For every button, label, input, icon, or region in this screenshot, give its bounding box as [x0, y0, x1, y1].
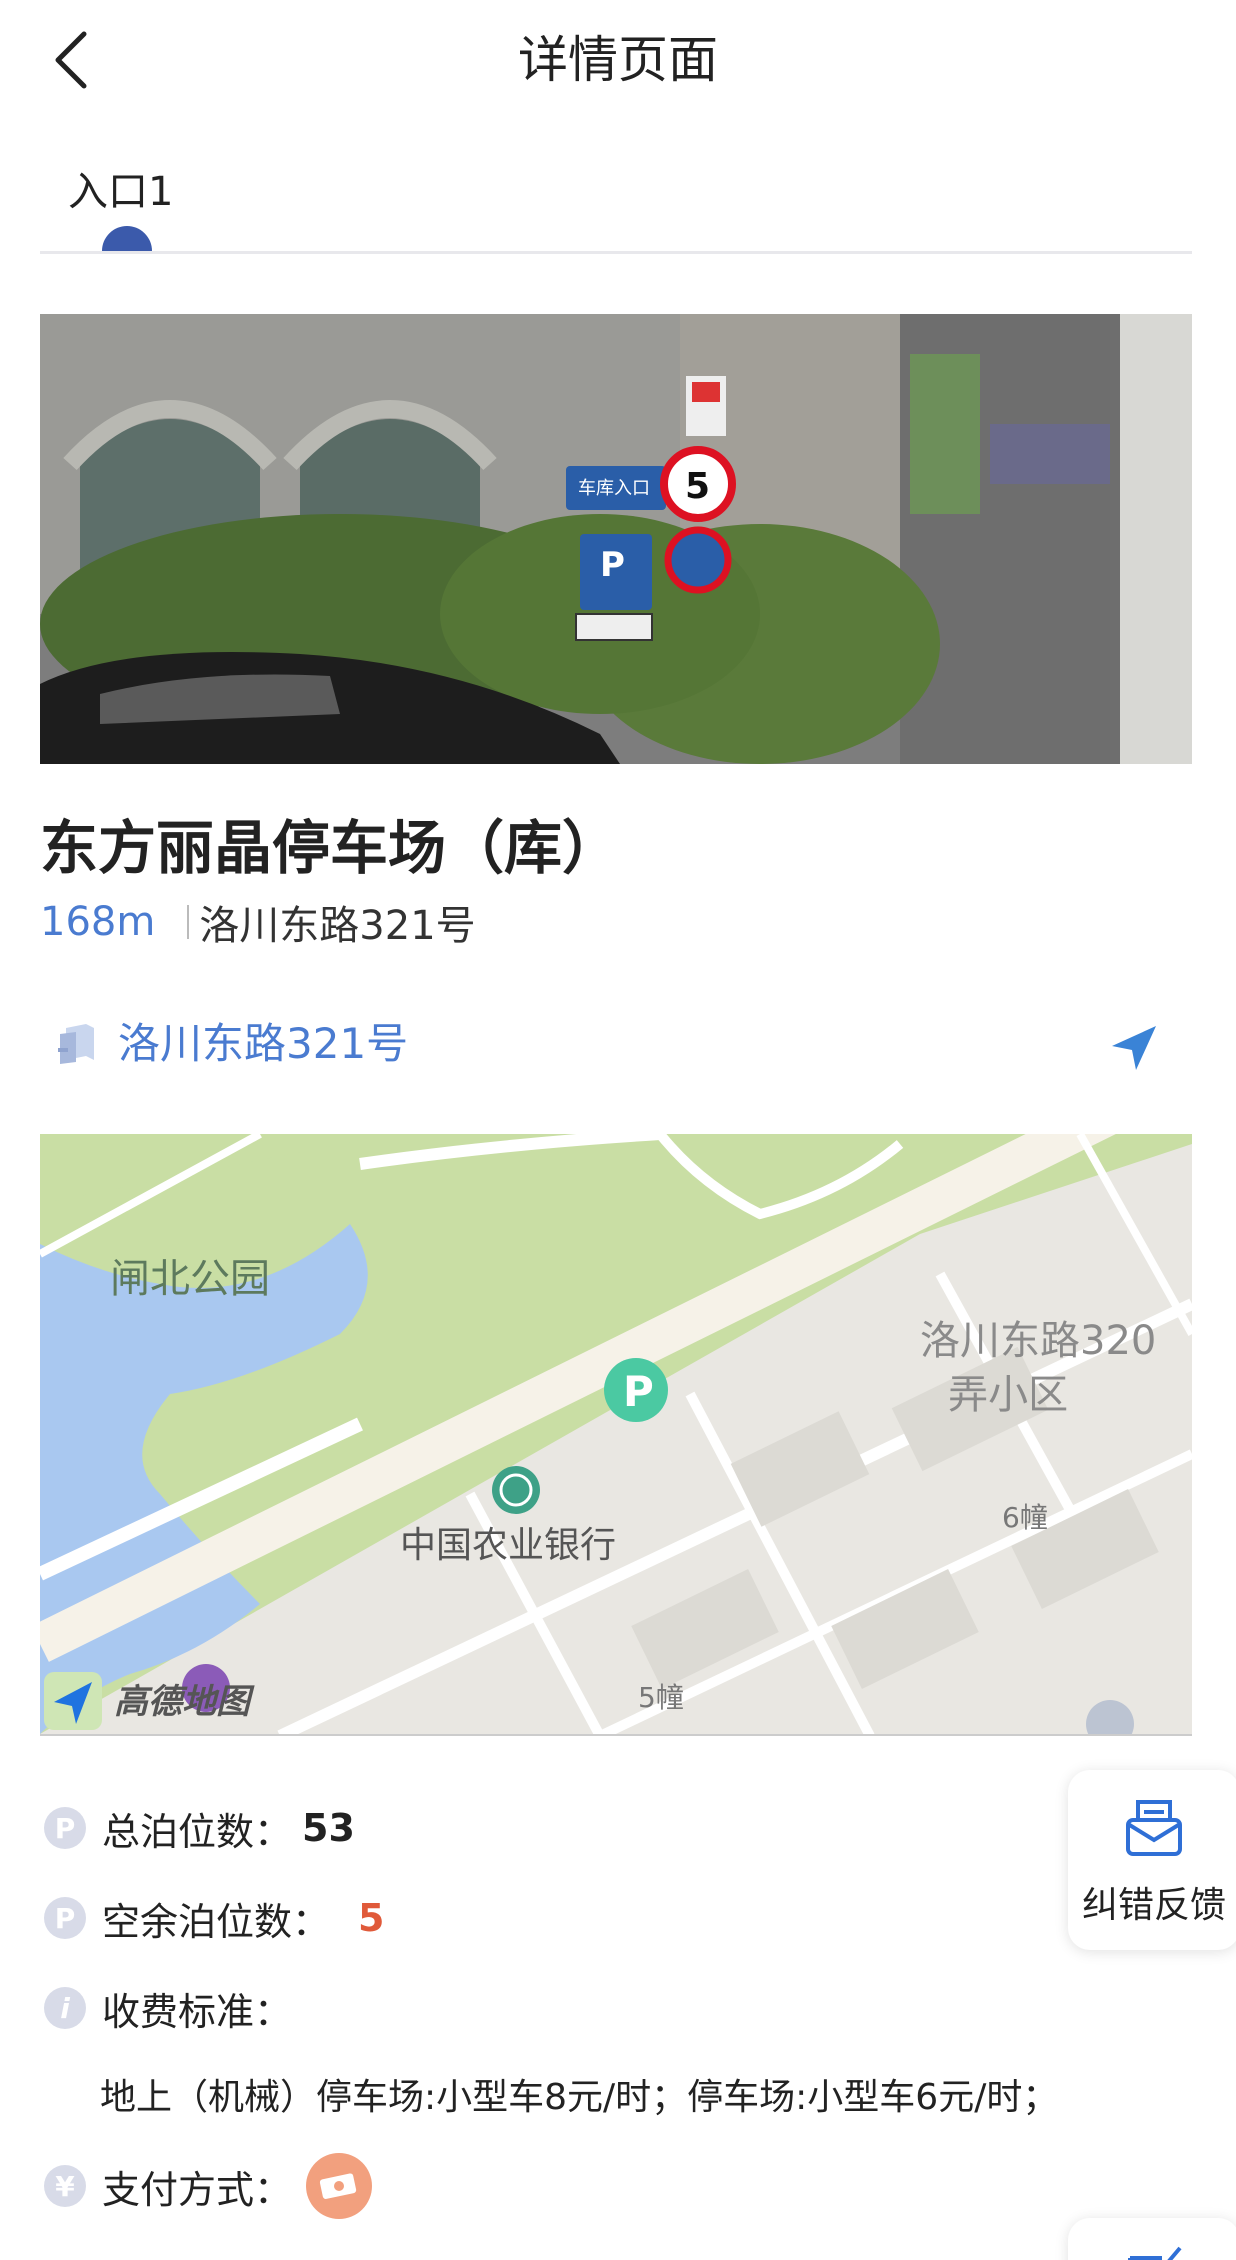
speed-limit-text: 5	[685, 466, 710, 507]
nav-address-link[interactable]: 洛川东路321号	[118, 1014, 408, 1074]
edit-floating-button[interactable]	[1068, 2218, 1236, 2260]
divider	[187, 905, 190, 939]
info-i-icon: i	[44, 1987, 86, 2029]
total-spaces-label: 总泊位数：	[102, 1809, 293, 1854]
page-title: 详情页面	[518, 31, 718, 89]
map-book-icon	[58, 1024, 94, 1064]
address-nav-row[interactable]: 洛川东路321号	[40, 1010, 1192, 1080]
fee-row: i 收费标准：	[40, 1978, 292, 2038]
parking-lot-name: 东方丽晶停车场（库）	[40, 814, 621, 882]
mail-feedback-icon	[1126, 1800, 1182, 1856]
map-label-bank: 中国农业银行	[400, 1525, 617, 1566]
free-spaces-row: P 空余泊位数： 5	[40, 1888, 384, 1948]
svg-text:P: P	[600, 545, 625, 585]
header-bar: 详情页面	[0, 0, 1236, 120]
fee-description: 地上（机械）停车场:小型车8元/时；停车场:小型车6元/时；	[100, 2077, 1059, 2118]
address-text: 洛川东路321号	[199, 903, 476, 949]
map-label-community-line1: 洛川东路320	[920, 1318, 1157, 1364]
parking-entrance-photo: 车库入口 P 5	[40, 314, 1192, 764]
location-map[interactable]: P 闸北公园 洛川东路320 弄小区 中国农业银行 6幢 5幢 高德地图	[40, 1134, 1192, 1736]
total-spaces-row: P 总泊位数： 53	[40, 1798, 355, 1858]
payment-row: ¥ 支付方式：	[40, 2153, 373, 2219]
free-spaces-value: 5	[358, 1896, 385, 1940]
feedback-button[interactable]: 纠错反馈	[1068, 1770, 1236, 1950]
fee-label: 收费标准：	[102, 1989, 293, 2034]
map-label-building-6: 6幢	[1002, 1501, 1048, 1534]
svg-text:P: P	[623, 1367, 654, 1416]
map-brand-logo: 高德地图	[114, 1682, 250, 1722]
map-label-community: 洛川东路320 弄小区	[920, 1314, 1156, 1422]
tab-active-indicator	[102, 226, 152, 251]
entrance-tabs: 入口1	[40, 150, 1192, 254]
tab-entrance-1[interactable]: 入口1	[68, 164, 173, 220]
free-spaces-label: 空余泊位数：	[102, 1899, 331, 1944]
navigate-arrow-icon[interactable]	[1104, 1018, 1164, 1078]
feedback-label: 纠错反馈	[1081, 1885, 1226, 1926]
payment-label: 支付方式：	[102, 2167, 293, 2212]
yen-icon: ¥	[44, 2165, 86, 2207]
distance-value: 168m	[40, 899, 156, 945]
map-label-building-5: 5幢	[638, 1681, 684, 1714]
photo-sign-text: 车库入口	[578, 478, 650, 499]
parking-p-icon: P	[44, 1897, 86, 1939]
parking-p-icon: P	[44, 1807, 86, 1849]
distance-row: 168m 洛川东路321号	[40, 894, 476, 950]
cash-payment-icon	[306, 2153, 373, 2219]
map-label-park: 闸北公园	[110, 1256, 270, 1302]
edit-icon	[1128, 2246, 1182, 2260]
map-label-community-line2: 弄小区	[948, 1372, 1069, 1418]
total-spaces-value: 53	[302, 1806, 355, 1850]
